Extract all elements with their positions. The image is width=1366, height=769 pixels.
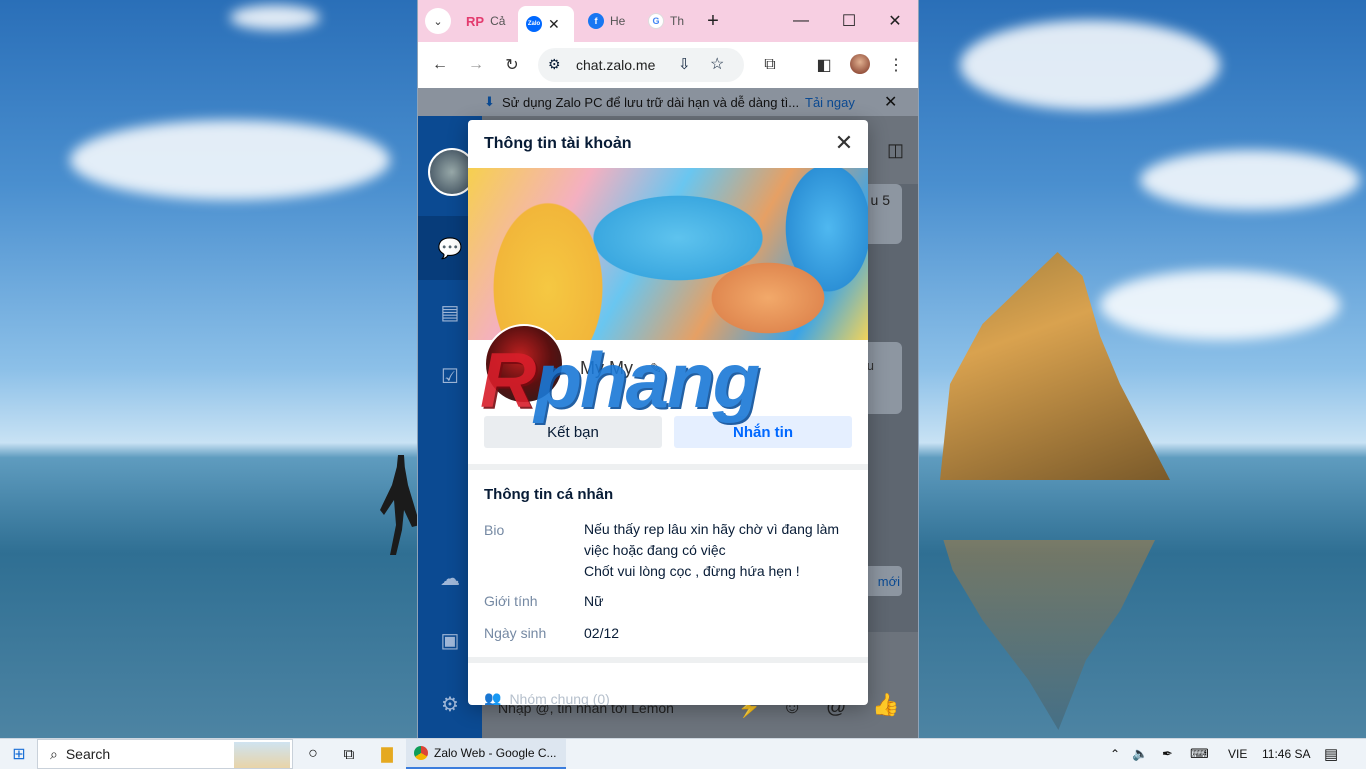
tab-zalo[interactable]: Zalo ✕: [518, 6, 574, 42]
birthday-label: Ngày sinh: [484, 625, 547, 641]
watermark-logo: Rphang: [480, 335, 760, 426]
cortana-icon[interactable]: ○: [302, 739, 324, 769]
pen-icon[interactable]: ✒: [1162, 739, 1173, 769]
common-groups[interactable]: 👥 Nhóm chung (0): [484, 690, 610, 705]
clock[interactable]: 11:46 SA: [1262, 739, 1310, 769]
forward-icon[interactable]: →: [464, 53, 488, 77]
site-info-icon[interactable]: ⚙: [548, 56, 561, 73]
file-explorer-icon[interactable]: ▇: [376, 739, 398, 769]
close-icon[interactable]: ✕: [832, 132, 856, 156]
tab-facebook[interactable]: f He: [580, 6, 636, 36]
contacts-icon[interactable]: ▤: [436, 298, 464, 326]
reload-icon[interactable]: ↻: [500, 53, 524, 77]
chat-snippet: u 5: [870, 192, 890, 208]
tab-rp[interactable]: RP Cả: [458, 6, 512, 36]
new-tab-button[interactable]: +: [698, 8, 728, 34]
toggle-panel-icon[interactable]: ◫: [887, 140, 904, 161]
download-icon: ⬇: [484, 94, 495, 109]
cloud: [70, 120, 390, 200]
banner-link[interactable]: Tải ngay: [805, 95, 855, 110]
zalo-favicon-icon: Zalo: [526, 16, 542, 32]
settings-gear-icon[interactable]: ⚙: [436, 690, 464, 718]
profile-avatar[interactable]: [850, 54, 870, 74]
bookmark-star-icon[interactable]: ☆: [710, 54, 724, 74]
birthday-value: 02/12: [584, 625, 620, 641]
url-text: chat.zalo.me: [576, 57, 656, 73]
maximize-button[interactable]: ☐: [834, 8, 864, 34]
menu-dots-icon[interactable]: ⋮: [884, 53, 908, 77]
browser-toolbar: ← → ↻ ⚙ chat.zalo.me ⇩ ☆ ⧉ ◧ ⋮: [418, 42, 918, 89]
show-hidden-icons[interactable]: ⌃: [1110, 739, 1120, 769]
cloud: [1140, 150, 1360, 210]
cloud-icon[interactable]: ☁: [436, 564, 464, 592]
watermark-r: R: [480, 336, 536, 424]
modal-header: Thông tin tài khoản ✕: [468, 120, 868, 168]
facebook-favicon-icon: f: [588, 13, 604, 29]
toolbox-icon[interactable]: ▣: [436, 626, 464, 654]
windows-start-icon[interactable]: ⊞: [8, 739, 30, 769]
task-view-icon[interactable]: ⧉: [338, 739, 360, 769]
rock-formation: [940, 252, 1170, 480]
address-bar[interactable]: ⚙ chat.zalo.me ⇩ ☆: [538, 48, 744, 82]
new-button-label: mới: [877, 573, 900, 589]
modal-title: Thông tin tài khoản: [484, 135, 632, 152]
taskbar: ⊞ ⌕ Search ○ ⧉ ▇ Zalo Web - Google C... …: [0, 738, 1366, 769]
bio-line: việc hoặc đang có việc: [584, 542, 726, 558]
notification-icon[interactable]: ▤: [1324, 739, 1338, 769]
banner-close-icon[interactable]: ✕: [884, 92, 897, 112]
extensions-icon[interactable]: ⧉: [758, 53, 782, 77]
cloud: [230, 5, 320, 30]
rock-reflection: [943, 540, 1155, 730]
rp-favicon-icon: RP: [466, 13, 485, 29]
gender-label: Giới tính: [484, 593, 538, 609]
banner-text: Sử dụng Zalo PC để lưu trữ dài hạn và dễ…: [502, 95, 800, 110]
bio-value: Nếu thấy rep lâu xin hãy chờ vì đang làm…: [584, 519, 854, 582]
search-highlight-image: [234, 742, 290, 768]
tab-close-icon[interactable]: ✕: [548, 16, 560, 33]
install-app-icon[interactable]: ⇩: [678, 55, 691, 73]
cover-photo: [468, 168, 868, 340]
watermark-text: phang: [534, 336, 760, 424]
taskbar-chrome-window[interactable]: Zalo Web - Google C...: [406, 739, 566, 769]
todo-icon[interactable]: ☑: [436, 362, 464, 390]
taskbar-chrome-label: Zalo Web - Google C...: [434, 746, 557, 760]
cloud: [1100, 270, 1340, 340]
tab-label: Cả: [490, 14, 506, 28]
keyboard-icon[interactable]: ⌨: [1190, 739, 1209, 769]
side-panel-icon[interactable]: ◧: [812, 53, 836, 77]
back-icon[interactable]: ←: [428, 53, 452, 77]
tab-search-button[interactable]: ⌄: [425, 8, 451, 34]
tab-google[interactable]: G Th: [640, 6, 696, 36]
chrome-icon: [414, 746, 428, 760]
minimize-button[interactable]: —: [786, 8, 816, 34]
search-label: Search: [65, 746, 111, 762]
messages-icon[interactable]: 💬: [436, 234, 464, 262]
download-banner: ⬇ Sử dụng Zalo PC để lưu trữ dài hạn và …: [418, 88, 918, 116]
divider: [468, 657, 868, 663]
cloud: [960, 20, 1220, 110]
search-icon: ⌕: [50, 745, 58, 762]
gender-value: Nữ: [584, 593, 604, 609]
tab-label: Th: [670, 14, 685, 28]
personal-info-title: Thông tin cá nhân: [484, 486, 614, 503]
thumbs-up-icon[interactable]: 👍: [872, 692, 899, 718]
divider: [468, 464, 868, 470]
bio-line: Chốt vui lòng cọc , đừng hứa hẹn !: [584, 563, 800, 579]
volume-icon[interactable]: 🔈: [1132, 739, 1148, 769]
bio-line: Nếu thấy rep lâu xin hãy chờ vì đang làm: [584, 521, 840, 537]
language-indicator[interactable]: VIE: [1228, 739, 1247, 769]
taskbar-search[interactable]: ⌕ Search: [37, 739, 293, 769]
google-favicon-icon: G: [648, 13, 664, 29]
tab-bar: ⌄ RP Cả Zalo ✕ f He G Th + — ☐ ✕: [418, 0, 918, 42]
close-window-button[interactable]: ✕: [880, 8, 910, 34]
runner-silhouette: [380, 455, 420, 555]
common-groups-label: Nhóm chung (0): [509, 690, 610, 706]
bio-label: Bio: [484, 522, 505, 538]
group-icon: 👥: [484, 690, 502, 705]
tab-label: He: [610, 14, 626, 28]
